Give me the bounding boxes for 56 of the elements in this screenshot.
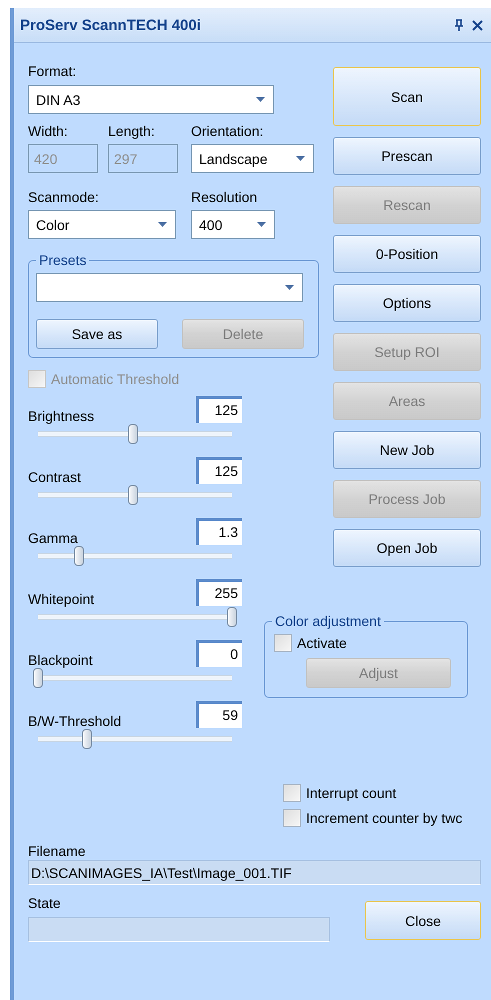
field-label: Length:: [108, 123, 156, 140]
button[interactable]: Options: [333, 284, 481, 322]
slider-thumb[interactable]: [33, 668, 43, 688]
dropdown-arrow-icon: [285, 285, 294, 290]
field-label: Orientation:: [191, 123, 264, 140]
checkbox-label: Interrupt count: [306, 784, 396, 802]
value-box: 59: [196, 701, 242, 728]
slider-thumb[interactable]: [128, 485, 138, 505]
field-label: State: [28, 895, 62, 912]
slider-label: Blackpoint: [28, 652, 93, 669]
slider-thumb[interactable]: [227, 607, 237, 627]
slider-label: Brightness: [28, 408, 94, 425]
slider-thumb[interactable]: [128, 424, 138, 444]
button[interactable]: Scan: [333, 67, 481, 126]
field-label: Width:: [28, 123, 69, 140]
value-box: 0: [196, 640, 242, 667]
state-field[interactable]: [28, 917, 330, 942]
dropdown-arrow-icon: [257, 222, 266, 227]
dropdown[interactable]: [36, 273, 303, 302]
field-label: Scanmode:: [28, 189, 100, 206]
checkbox[interactable]: [274, 634, 292, 652]
checkbox-label: Automatic Threshold: [51, 370, 180, 388]
checkbox[interactable]: [283, 784, 301, 802]
dropdown-arrow-icon: [158, 222, 167, 227]
checkbox-label: Increment counter by twc: [306, 810, 462, 826]
slider-label: B/W-Threshold: [28, 713, 122, 730]
filename-field[interactable]: D:\SCANIMAGES_IA\Test\Image_001.TIF: [28, 860, 481, 885]
dropdown-arrow-icon: [256, 97, 265, 102]
button[interactable]: Prescan: [333, 137, 481, 175]
dropdown[interactable]: Color: [28, 210, 176, 239]
slider-label: Contrast: [28, 469, 81, 486]
dropdown-arrow-icon: [296, 156, 305, 161]
dropdown[interactable]: 400: [191, 210, 275, 239]
field-label: Format:: [28, 63, 78, 80]
dropdown[interactable]: DIN A3: [28, 85, 274, 114]
value-box: 255: [196, 579, 242, 606]
value-box: 125: [196, 457, 242, 484]
button[interactable]: New Job: [333, 431, 481, 469]
slider-thumb[interactable]: [74, 546, 84, 566]
value-box: 125: [196, 396, 242, 423]
button[interactable]: Open Job: [333, 529, 481, 567]
slider-label: Gamma: [28, 530, 78, 547]
checkbox[interactable]: [283, 809, 301, 827]
close-icon[interactable]: [472, 20, 483, 30]
button[interactable]: Save as: [36, 319, 158, 349]
value-box: 1.3: [196, 518, 242, 545]
button[interactable]: 0-Position: [333, 235, 481, 273]
button[interactable]: Close: [365, 901, 481, 940]
checkbox-label: Activate: [297, 634, 347, 652]
field-label: Resolution: [191, 189, 258, 206]
pin-icon[interactable]: [454, 19, 464, 31]
slider-thumb[interactable]: [82, 729, 92, 749]
dropdown[interactable]: Landscape: [191, 144, 314, 173]
slider-label: Whitepoint: [28, 591, 94, 608]
window-title: ProServ ScannTECH 400i: [20, 16, 202, 34]
field-label: Filename: [28, 843, 87, 860]
